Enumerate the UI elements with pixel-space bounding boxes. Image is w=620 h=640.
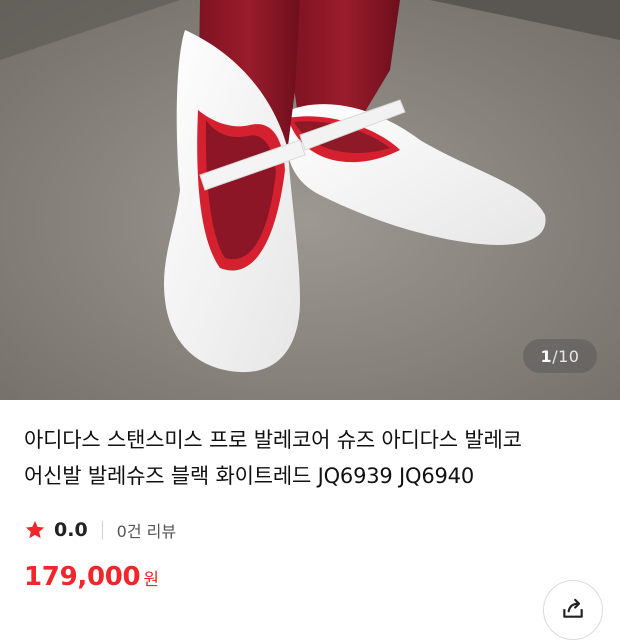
- price-amount: 179,000: [24, 562, 141, 592]
- product-title: 아디다스 스탠스미스 프로 발레코어 슈즈 아디다스 발레코 어신발 발레슈즈 …: [24, 422, 604, 494]
- rating-score: 0.0: [54, 519, 88, 541]
- share-icon: [563, 598, 583, 618]
- share-button[interactable]: [543, 580, 603, 640]
- star-icon: [25, 520, 45, 539]
- product-photo: [0, 0, 620, 400]
- price-currency: 원: [143, 570, 159, 590]
- image-counter: 1 / 10: [523, 339, 597, 373]
- product-title-line-1: 아디다스 스탠스미스 프로 발레코어 슈즈 아디다스 발레코: [24, 428, 522, 452]
- rating-divider: [101, 521, 103, 539]
- product-image[interactable]: 1 / 10: [0, 0, 620, 400]
- image-counter-current: 1: [540, 346, 553, 366]
- image-counter-total: 10: [558, 346, 580, 366]
- rating-row[interactable]: 0.0 0건 리뷰: [24, 515, 176, 545]
- review-count-link[interactable]: 0건 리뷰: [117, 518, 176, 542]
- product-title-line-2: 어신발 발레슈즈 블랙 화이트레드 JQ6939 JQ6940: [24, 464, 474, 488]
- price: 179,000 원: [24, 562, 159, 592]
